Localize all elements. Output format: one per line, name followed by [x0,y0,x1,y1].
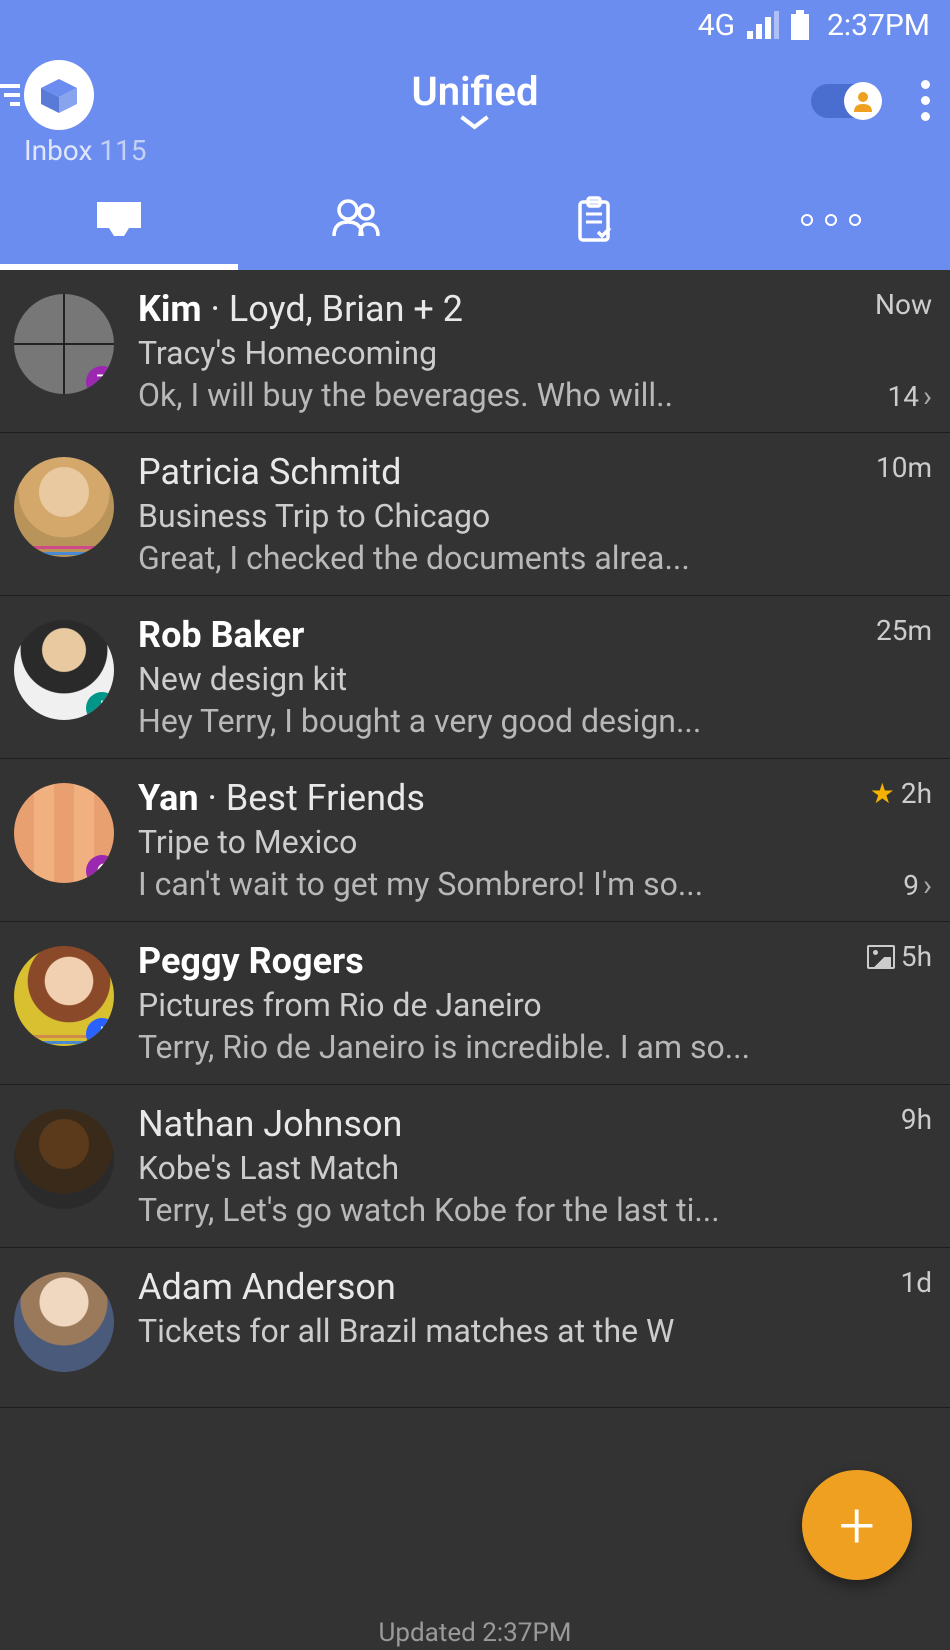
email-meta: ★2h 9› [832,777,932,903]
preview-line: Terry, Rio de Janeiro is incredible. I a… [138,1028,832,1066]
sync-status: Updated 2:37PM [0,1614,950,1650]
subject-line: Business Trip to Chicago [138,497,832,535]
person-icon [852,90,874,112]
email-row[interactable]: | Peggy Rogers Pictures from Rio de Janeir… [0,922,950,1085]
status-bar: 4G 2:37PM [0,0,950,50]
thread-count: 14 [888,380,919,413]
preview-line: Great, I checked the documents alrea... [138,539,832,577]
email-row[interactable]: Patricia Schmitd Business Trip to Chicago… [0,433,950,596]
subject-line: New design kit [138,660,832,698]
preview-line: Terry, Let's go watch Kobe for the last … [138,1191,832,1229]
inbox-label: Inbox 115 [24,134,147,167]
clipboard-icon [566,192,622,248]
avatar: 7 [14,294,114,394]
compose-button[interactable]: + [802,1470,912,1580]
email-row[interactable]: 6 Yan · Best Friends Tripe to Mexico I can'… [0,759,950,922]
avatar: | [14,946,114,1046]
email-meta: 10m [832,451,932,577]
timestamp: 5h [901,940,932,973]
sender-line: Peggy Rogers [138,940,832,982]
timestamp: 25m [876,614,932,647]
subject-line: Kobe's Last Match [138,1149,832,1187]
tab-people[interactable] [238,170,476,270]
sender-line: Adam Anderson [138,1266,832,1308]
inbox-icon [91,192,147,248]
preview-line: Hey Terry, I bought a very good design..… [138,702,832,740]
network-label: 4G [698,8,735,43]
people-icon [328,192,384,248]
subject-line: Pictures from Rio de Janeiro [138,986,832,1024]
email-row[interactable]: Nathan Johnson Kobe's Last Match Terry, Le… [0,1085,950,1248]
email-meta: 25m [832,614,932,740]
email-row[interactable]: Adam Anderson Tickets for all Brazil matc… [0,1248,950,1408]
timestamp: 10m [876,451,932,484]
account-selector[interactable]: Unified [412,68,539,135]
sender-line: Rob Baker [138,614,832,656]
chevron-right-icon: › [923,379,932,414]
timestamp: 1d [900,1266,932,1299]
email-row[interactable]: 7 Kim · Loyd, Brian + 2 Tracy's Homecoming… [0,270,950,433]
email-meta: 1d [832,1266,932,1389]
sender-line: Kim · Loyd, Brian + 2 [138,288,832,330]
chevron-right-icon: › [923,868,932,903]
app-logo[interactable] [24,60,94,130]
unread-badge: | [86,1018,114,1046]
email-row[interactable]: | Rob Baker New design kit Hey Terry, I bou… [0,596,950,759]
sender-line: Patricia Schmitd [138,451,832,493]
battery-icon [791,10,809,40]
clock: 2:37PM [827,8,930,43]
unread-badge: | [86,692,114,720]
preview-line: Ok, I will buy the beverages. Who will.. [138,376,832,414]
avatar [14,1272,114,1372]
timestamp: Now [875,288,932,321]
sender-line: Nathan Johnson [138,1103,832,1145]
subject-line: Tracy's Homecoming [138,334,832,372]
people-toggle[interactable] [811,84,881,118]
unread-badge: 7 [86,366,114,394]
preview-line: I can't wait to get my Sombrero! I'm so.… [138,865,832,903]
tab-inbox[interactable] [0,170,238,270]
overflow-menu[interactable] [921,80,930,121]
email-meta: 9h [832,1103,932,1229]
star-icon: ★ [870,777,895,810]
sender-line: Yan · Best Friends [138,777,832,819]
timestamp: 9h [901,1103,932,1136]
avatar [14,1109,114,1209]
attachment-icon [867,945,895,969]
subject-line: Tickets for all Brazil matches at the W [138,1312,832,1350]
thread-count: 9 [903,869,919,902]
email-meta: Now 14› [832,288,932,414]
tab-bar [0,170,950,270]
avatar [14,457,114,557]
app-header: Inbox 115 Unified [0,50,950,170]
avatar: | [14,620,114,720]
chevron-down-icon [458,113,492,131]
plus-icon: + [839,1488,875,1563]
signal-icon [747,11,779,39]
email-list: 7 Kim · Loyd, Brian + 2 Tracy's Homecoming… [0,270,950,1408]
tab-tasks[interactable] [475,170,713,270]
avatar: 6 [14,783,114,883]
timestamp: 2h [901,777,932,810]
tab-more[interactable] [713,170,950,270]
subject-line: Tripe to Mexico [138,823,832,861]
unread-badge: 6 [86,855,114,883]
email-meta: 5h [832,940,932,1066]
more-icon [801,214,861,226]
